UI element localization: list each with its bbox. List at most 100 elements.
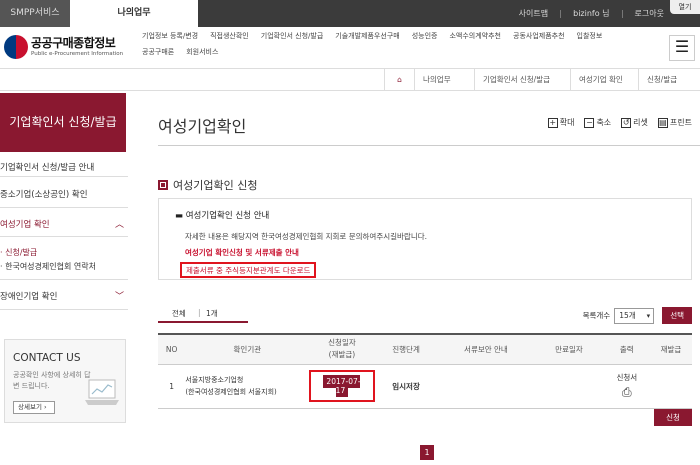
site-header: 공공구매종합정보 Public e-Procurement Informatio… (0, 27, 700, 69)
page-number-button[interactable]: 1 (420, 445, 434, 460)
sidebar: 기업확인서 신청/발급 기업확인서 신청/발급 안내 중소기업(소상공인) 확인… (0, 93, 138, 465)
org-cell: 서울지방중소기업청 (한국여성경제인협회 서울지회) (185, 364, 310, 409)
notice-heading: ▬ 여성기업확인 신청 안내 (175, 211, 270, 221)
contact-detail-button[interactable]: 상세보기 › (13, 401, 55, 414)
divider (621, 9, 623, 18)
button-label: 확대 (559, 118, 575, 127)
menu-item[interactable]: 기업정보 등록/변경 (142, 31, 198, 41)
plus-icon: + (547, 117, 558, 128)
doc-notice-cell (437, 364, 535, 409)
apply-guide-link[interactable]: 여성기업 확인신청 및 서류제출 안내 (185, 247, 299, 258)
sidebar-item-label: 한국여성경제인협회 연락처 (5, 262, 96, 271)
column-header: 만료일자 (534, 333, 604, 365)
section-bullet-icon (158, 180, 168, 190)
print-cell: 신청서 ⎙ (603, 364, 650, 409)
contact-box: CONTACT US 공공확인 사항에 상세히 답변 드립니다. 상세보기 › (4, 339, 126, 423)
sidebar-item-guide[interactable]: 기업확인서 신청/발급 안내 (0, 161, 128, 173)
row-number: 1 (158, 364, 186, 409)
user-name: bizinfo 님 (573, 9, 610, 18)
logo-title[interactable]: 공공구매종합정보 (31, 34, 116, 51)
sidebar-item-label: 장애인기업 확인 (0, 292, 58, 302)
divider (560, 9, 562, 18)
laptop-illustration-icon (85, 379, 119, 405)
home-icon[interactable]: ⌂ (384, 69, 414, 91)
sidebar-title: 기업확인서 신청/발급 (0, 93, 126, 152)
page-title: 여성기업확인 (158, 117, 247, 136)
hamburger-menu-icon[interactable]: ☰ (669, 35, 695, 61)
menu-item[interactable]: 입찰정보 (577, 31, 603, 41)
menu-item[interactable]: 공공구매론 (142, 47, 174, 57)
sidebar-item-women[interactable]: 여성기업 확인 ︿ (0, 218, 128, 230)
printer-icon: ▤ (657, 117, 668, 128)
section-title: 여성기업확인 신청 (158, 177, 257, 193)
contact-text: 공공확인 사항에 상세히 답변 드립니다. (13, 371, 91, 390)
application-date[interactable]: 2017-07-17 (309, 370, 375, 402)
chevron-down-icon: ﹀ (114, 292, 124, 302)
stage-cell: 임시저장 (374, 364, 438, 409)
tab-smpp-service[interactable]: SMPP서비스 (0, 0, 70, 27)
print-button[interactable]: ▤ 프린트 (657, 117, 692, 128)
breadcrumb: ⌂ 나의업무 기업확인서 신청/발급 여성기업 확인 신청/발급 (0, 69, 700, 91)
menu-item[interactable]: 기업확인서 신청/발급 (261, 31, 324, 41)
sidebar-subitem-contact[interactable]: · 한국여성경제인협회 연락처 (0, 261, 128, 272)
section-label: 여성기업확인 신청 (173, 179, 258, 192)
divider (0, 236, 128, 237)
sidebar-subitem-apply[interactable]: · 신청/발급 (0, 247, 128, 258)
list-filter: 목록개수 15개 선택 (583, 307, 692, 324)
divider (0, 176, 128, 177)
breadcrumb-item[interactable]: 나의업무 (414, 69, 474, 91)
breadcrumb-item[interactable]: 기업확인서 신청/발급 (474, 69, 570, 91)
zoom-in-button[interactable]: + 확대 (547, 117, 575, 128)
column-header: 서류보안 안내 (437, 333, 535, 365)
top-links: 사이트맵 bizinfo 님 로그아웃 (519, 0, 664, 27)
divider (0, 279, 128, 280)
select-button[interactable]: 선택 (662, 307, 692, 324)
divider (158, 145, 700, 146)
minus-icon: − (584, 117, 595, 128)
sidebar-item-sme[interactable]: 중소기업(소상공인) 확인 (0, 188, 128, 200)
government-logo-icon[interactable] (4, 35, 28, 59)
reissue-cell (649, 364, 692, 409)
sitemap-link[interactable]: 사이트맵 (519, 8, 548, 19)
button-label: 상세보기 (18, 403, 42, 411)
menu-item[interactable]: 성능인증 (412, 31, 438, 41)
notice-text: 자세한 내용은 해당지역 한국여성경제인협회 지회로 문의하여주시길바랍니다. (185, 232, 428, 241)
zoom-out-button[interactable]: − 축소 (584, 117, 611, 128)
divider: | (198, 308, 201, 317)
divider (0, 207, 128, 208)
list-count-select[interactable]: 15개 (614, 307, 655, 324)
button-label: 리셋 (633, 118, 648, 127)
application-form-link[interactable]: 신청서 ⎙ (604, 372, 650, 400)
logout-link[interactable]: 로그아웃 (635, 8, 664, 19)
menu-item[interactable]: 회원서비스 (186, 47, 218, 57)
menu-item[interactable]: 소액수의계약추천 (449, 31, 501, 41)
sidebar-item-disabled[interactable]: 장애인기업 확인 ﹀ (0, 290, 128, 302)
share-structure-download-link[interactable]: 제출서류 중 주식등지분관계도 다운로드 (180, 262, 317, 278)
tab-my-work[interactable]: 나의업무 (70, 0, 198, 27)
apply-button[interactable]: 신청 (654, 409, 692, 426)
menu-item[interactable]: 직접생산확인 (210, 31, 249, 41)
view-tools: + 확대 − 축소 ↺ 리셋 ▤ 프린트 (547, 117, 692, 128)
breadcrumb-item[interactable]: 신청/발급 (638, 69, 700, 91)
menu-item[interactable]: 공동사업제품추천 (513, 31, 565, 41)
menu-item[interactable]: 기술개발제품우선구매 (335, 31, 399, 41)
button-label: 프린트 (669, 118, 692, 127)
open-toggle-button[interactable]: 열기 (670, 0, 700, 14)
print-label: 신청서 (616, 373, 638, 382)
sidebar-item-label: 신청/발급 (5, 248, 38, 257)
column-header: NO (158, 333, 186, 365)
logo-subtitle: Public e-Procurement Information (31, 51, 124, 57)
application-table: NO 확인기관 신청일자 (재발급) 진행단계 서류보안 안내 만료일자 출력 … (158, 333, 692, 409)
printer-icon: ⎙ (621, 385, 632, 399)
date-cell: 2017-07-17 (309, 364, 375, 409)
contact-title: CONTACT US (13, 352, 81, 364)
reset-button[interactable]: ↺ 리셋 (621, 117, 648, 128)
breadcrumb-item[interactable]: 여성기업 확인 (570, 69, 638, 91)
date-value: 2017-07-17 (323, 375, 361, 397)
tab-all[interactable]: 전체 (172, 308, 186, 319)
column-header: 확인기관 (185, 333, 310, 365)
result-tabs: 전체 | 1개 (158, 307, 248, 323)
column-header: 출력 (603, 333, 650, 365)
table-row: 1 서울지방중소기업청 (한국여성경제인협회 서울지회) 2017-07-17 … (158, 364, 692, 409)
column-header: 진행단계 (374, 333, 438, 365)
